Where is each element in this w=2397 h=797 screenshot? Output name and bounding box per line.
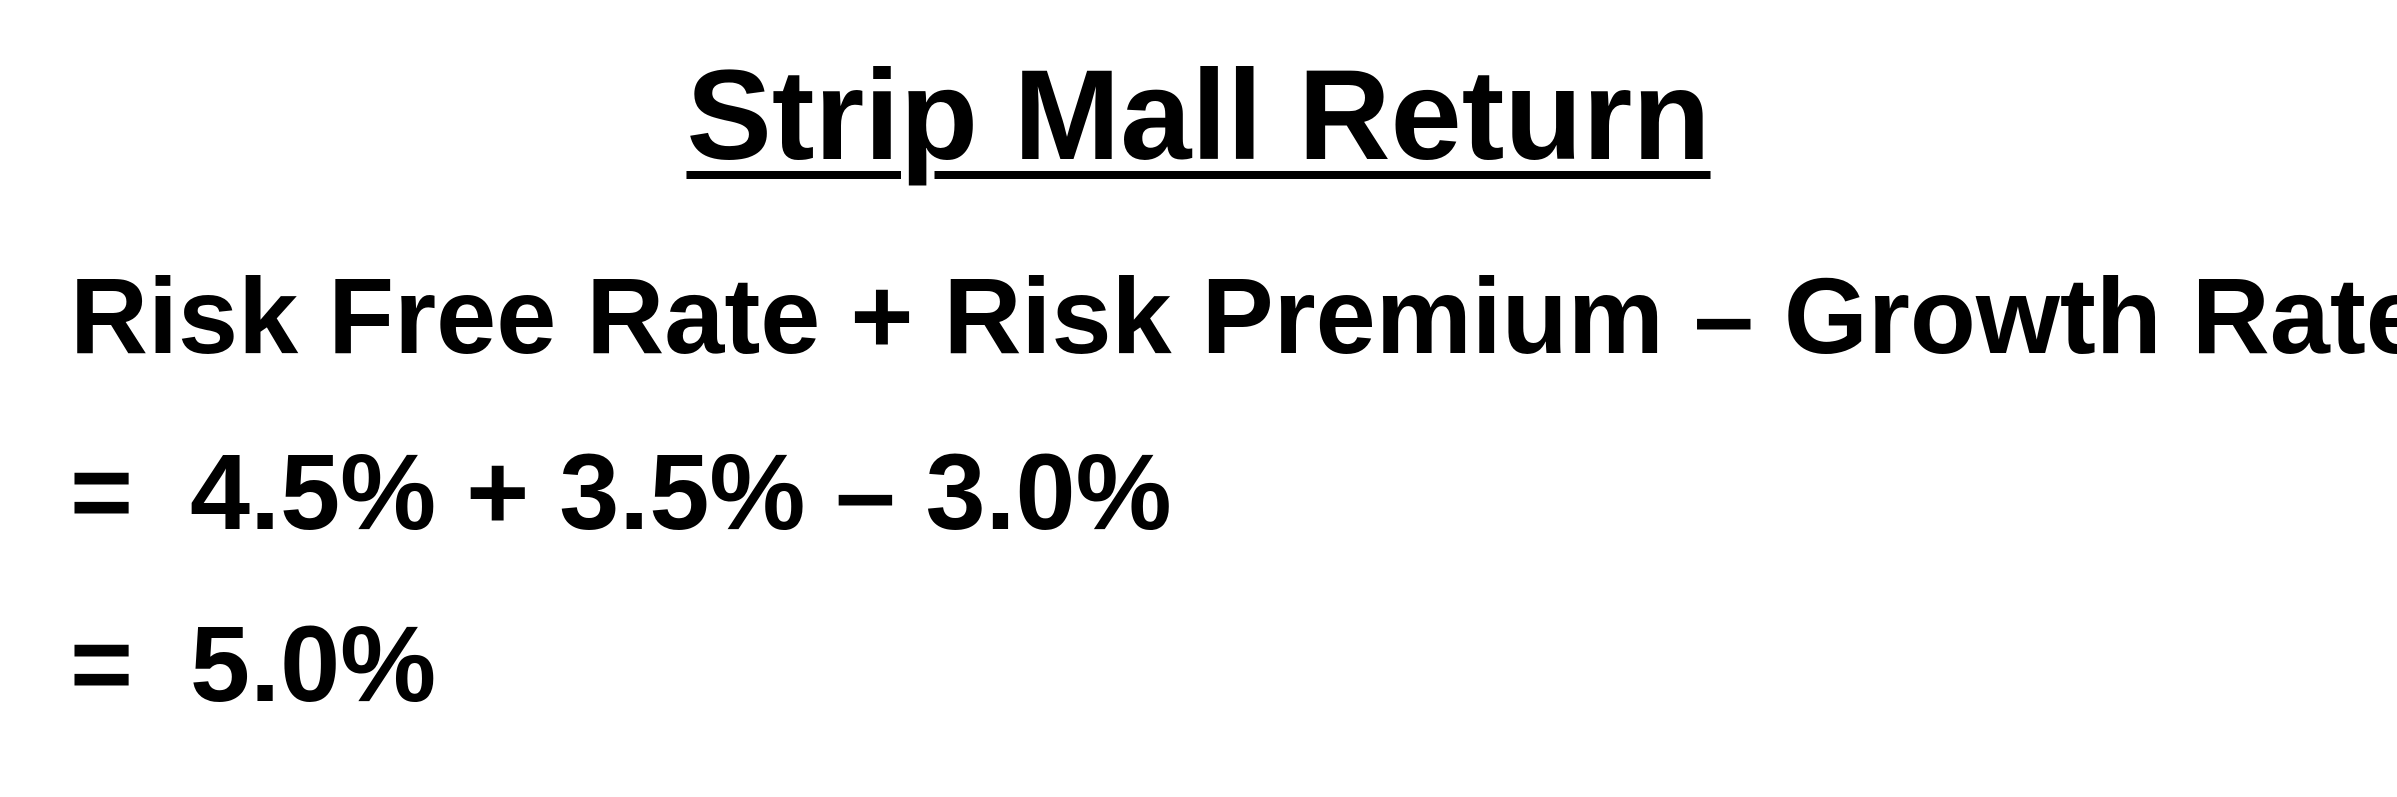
formula-line: Risk Free Rate + Risk Premium – Growth R…	[70, 255, 2397, 376]
page-title: Strip Mall Return	[686, 44, 1711, 187]
equals-sign: =	[70, 431, 134, 552]
result-line: = 5.0%	[70, 610, 436, 718]
equals-sign: =	[70, 603, 134, 724]
substitution-line: = 4.5% + 3.5% – 3.0%	[70, 438, 1172, 546]
substitution-expression: 4.5% + 3.5% – 3.0%	[190, 431, 1172, 552]
result-value: 5.0%	[190, 603, 437, 724]
